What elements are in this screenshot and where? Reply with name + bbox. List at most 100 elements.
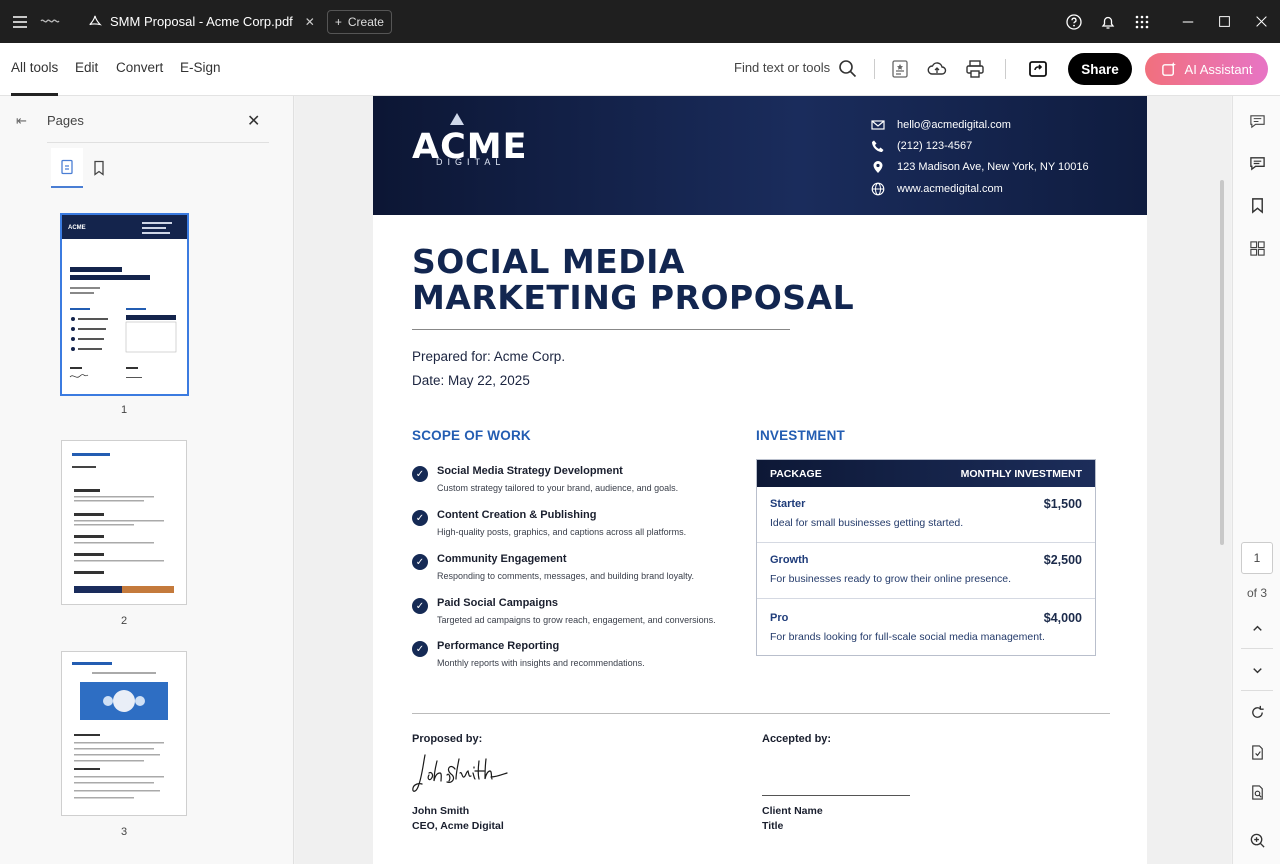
comment-icon[interactable] [1247,111,1267,131]
proposal-date: Date: May 22, 2025 [412,373,530,388]
scope-item-description: High-quality posts, graphics, and captio… [437,527,687,537]
previous-page-icon[interactable] [1247,618,1267,638]
ai-assistant-label: AI Assistant [1184,61,1253,77]
package-price: $1,500 [1043,497,1082,511]
tab-convert[interactable]: Convert [116,43,163,96]
notifications-bell-icon[interactable] [1091,0,1125,43]
pages-panel-header: ⇤ Pages ✕ [0,96,294,142]
close-panel-icon[interactable]: ✕ [247,111,260,131]
proposal-title-line-1: SOCIAL MEDIA [412,242,685,281]
toolbar-divider [1005,59,1006,79]
apps-grid-icon[interactable] [1125,0,1159,43]
rail-divider [1241,690,1273,691]
scope-item-title: Community Engagement [437,553,567,565]
scope-item-title: Social Media Strategy Development [437,465,623,477]
investment-table: PACKAGE MONTHLY INVESTMENT Starter $1,50… [756,459,1096,656]
scope-item-description: Monthly reports with insights and recomm… [437,658,645,668]
package-price: $4,000 [1043,611,1082,625]
close-tab-icon[interactable]: ✕ [305,15,315,29]
print-icon[interactable] [963,57,987,81]
tab-edit[interactable]: Edit [75,43,98,96]
upload-to-cloud-icon[interactable] [925,57,949,81]
panel-collapse-icon[interactable]: ⇤ [16,113,27,129]
prepared-for: Prepared for: Acme Corp. [412,349,566,364]
checkmark-icon: ✓ [412,554,428,570]
compare-pages-icon[interactable] [1247,782,1267,802]
page-thumbnail-2[interactable] [61,440,187,605]
help-icon[interactable] [1057,0,1091,43]
scope-item: ✓ Performance Reporting Monthly reports … [412,640,732,674]
pdf-page-1: ACME DIGITAL hello@acmedigital.com (212)… [373,96,1147,864]
signature-divider [412,713,1110,714]
document-tab[interactable]: SMM Proposal - Acme Corp.pdf ✕ [78,0,325,43]
tab-all-tools[interactable]: All tools [11,43,59,96]
checkmark-icon: ✓ [412,598,428,614]
vertical-scrollbar[interactable] [1220,180,1224,545]
share-button[interactable]: Share [1068,53,1132,85]
right-rail: 1 of 3 [1232,96,1280,864]
toolbar-divider [874,59,875,79]
share-link-icon[interactable] [1026,57,1050,81]
page-3-preview [72,662,168,799]
ai-assistant-icon [1161,61,1176,76]
bookmarks-tab[interactable] [83,148,115,188]
proposer-title: CEO, Acme Digital [412,820,504,832]
comments-panel-icon[interactable] [1247,153,1267,173]
page-number-input[interactable]: 1 [1241,542,1273,574]
table-row: Growth $2,500 For businesses ready to gr… [757,543,1095,599]
scope-item-title: Content Creation & Publishing [437,509,597,521]
table-row: Starter $1,500 Ideal for small businesse… [757,487,1095,543]
investment-table-header: PACKAGE MONTHLY INVESTMENT [757,460,1095,487]
page-thumbnail-1[interactable]: ACME [60,213,189,396]
close-window-icon[interactable] [1243,0,1280,43]
page-2-preview [72,453,174,593]
page-thumbnail-icon [61,159,73,175]
thumbnail-number-3: 3 [120,826,128,838]
bookmark-icon [94,160,104,176]
maximize-icon[interactable] [1206,0,1243,43]
organize-pages-icon[interactable] [1247,238,1267,258]
rotate-icon[interactable] [1247,702,1267,722]
extract-page-icon[interactable] [1247,742,1267,762]
phone-text: (212) 123-4567 [897,140,973,152]
client-title-label: Title [762,820,784,832]
email-text: hello@acmedigital.com [897,119,1011,131]
zoom-icon[interactable] [1247,830,1267,850]
scope-item-description: Responding to comments, messages, and bu… [437,571,694,581]
scope-item: ✓ Paid Social Campaigns Targeted ad camp… [412,597,732,631]
next-page-icon[interactable] [1247,660,1267,680]
ai-summary-icon[interactable] [888,57,912,81]
logo-subtext: DIGITAL [436,157,506,167]
signature-image [412,754,508,792]
page-thumbnail-3[interactable] [61,651,187,816]
page-thumbnails-tab[interactable] [51,148,83,188]
bookmark-panel-icon[interactable] [1247,195,1267,215]
email-icon [871,120,885,130]
client-name-label: Client Name [762,805,823,817]
column-header-monthly-investment: MONTHLY INVESTMENT [960,468,1082,480]
create-button[interactable]: + Create [326,9,392,34]
package-name: Starter [770,498,806,510]
hamburger-menu-icon[interactable] [0,0,40,43]
svg-text:ACME: ACME [68,225,86,231]
table-row: Pro $4,000 For brands looking for full-s… [757,599,1095,656]
scope-item-title: Paid Social Campaigns [437,597,559,609]
acme-logo-icon [450,113,464,125]
find-text-label[interactable]: Find text or tools [734,60,830,75]
letterhead-banner: ACME DIGITAL hello@acmedigital.com (212)… [373,96,1147,215]
package-description: For brands looking for full-scale social… [770,631,1045,643]
panel-tabs [51,148,115,188]
main-toolbar: All tools Edit Convert E-Sign Find text … [0,43,1280,96]
scope-item-description: Custom strategy tailored to your brand, … [437,483,679,493]
page-1-preview: ACME [62,215,187,378]
create-label: Create [347,14,384,29]
checkmark-icon: ✓ [412,510,428,526]
pages-panel-title: Pages [47,113,84,128]
contact-phone: (212) 123-4567 [871,139,972,153]
minimize-icon[interactable] [1169,0,1206,43]
total-pages-label: of 3 [1246,586,1267,600]
tab-e-sign[interactable]: E-Sign [180,43,221,96]
search-icon[interactable] [836,57,860,81]
scope-item: ✓ Community Engagement Responding to com… [412,553,732,587]
ai-assistant-button[interactable]: AI Assistant [1145,53,1268,85]
